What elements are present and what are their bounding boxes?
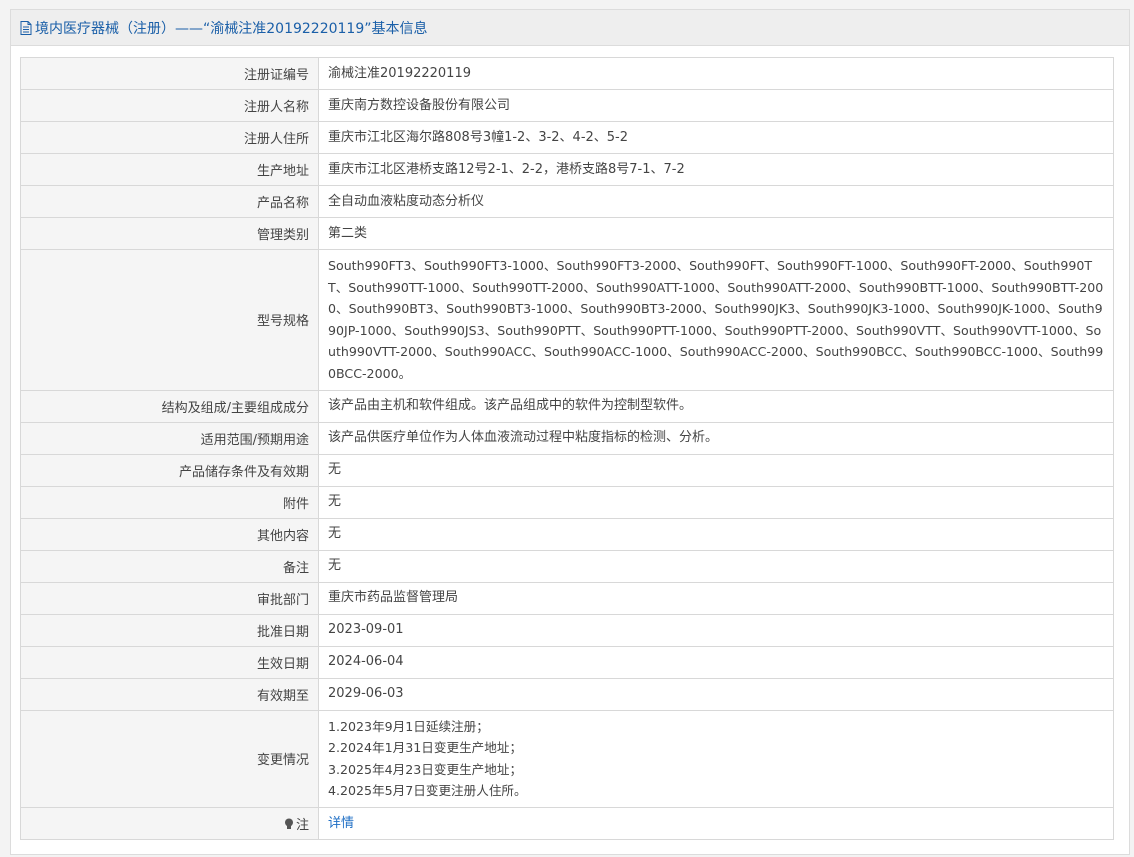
field-value: 1.2023年9月1日延续注册； 2.2024年1月31日变更生产地址； 3.2… [318, 709, 1114, 808]
field-value: 2029-06-03 [318, 677, 1114, 711]
row-reg-no: 注册证编号 渝械注准20192220119 [20, 57, 1114, 90]
field-value: 重庆南方数控设备股份有限公司 [318, 89, 1114, 122]
row-expiry-date: 有效期至 2029-06-03 [20, 677, 1114, 711]
document-icon [20, 20, 32, 35]
row-remark: 备注 无 [20, 549, 1114, 583]
change-item: 1.2023年9月1日延续注册； [328, 718, 489, 734]
field-label: 注 [20, 806, 319, 840]
field-value: 渝械注准20192220119 [318, 57, 1114, 90]
field-value: 无 [318, 549, 1114, 583]
field-label: 管理类别 [20, 217, 319, 250]
row-registrant-address: 注册人住所 重庆市江北区海尔路808号3幢1-2、3-2、4-2、5-2 [20, 121, 1114, 154]
row-other: 其他内容 无 [20, 517, 1114, 551]
field-label: 适用范围/预期用途 [20, 421, 319, 455]
field-label: 结构及组成/主要组成成分 [20, 389, 319, 423]
field-label: 注册证编号 [20, 57, 319, 90]
field-value: 2023-09-01 [318, 613, 1114, 647]
field-value: 详情 [318, 806, 1114, 840]
row-approval-date: 批准日期 2023-09-01 [20, 613, 1114, 647]
field-label: 附件 [20, 485, 319, 519]
page-title: 境内医疗器械（注册）——“渝械注准20192220119”基本信息 [35, 20, 428, 37]
row-effective-date: 生效日期 2024-06-04 [20, 645, 1114, 679]
field-value: 2024-06-04 [318, 645, 1114, 679]
lightbulb-icon [284, 818, 293, 829]
field-value: 无 [318, 453, 1114, 487]
field-label: 注册人名称 [20, 89, 319, 122]
field-value: 无 [318, 517, 1114, 551]
row-approval-dept: 审批部门 重庆市药品监督管理局 [20, 581, 1114, 615]
field-label: 生效日期 [20, 645, 319, 679]
info-table: 注册证编号 渝械注准20192220119 注册人名称 重庆南方数控设备股份有限… [20, 57, 1114, 840]
row-storage: 产品储存条件及有效期 无 [20, 453, 1114, 487]
field-label: 产品名称 [20, 185, 319, 218]
field-label: 产品储存条件及有效期 [20, 453, 319, 487]
panel-header: 境内医疗器械（注册）——“渝械注准20192220119”基本信息 [11, 10, 1129, 46]
row-production-address: 生产地址 重庆市江北区港桥支路12号2-1、2-2，港桥支路8号7-1、7-2 [20, 153, 1114, 186]
change-item: 2.2024年1月31日变更生产地址； [328, 740, 523, 756]
field-label: 变更情况 [20, 709, 319, 808]
field-label: 注册人住所 [20, 121, 319, 154]
field-label: 有效期至 [20, 677, 319, 711]
row-structure: 结构及组成/主要组成成分 该产品由主机和软件组成。该产品组成中的软件为控制型软件… [20, 389, 1114, 423]
row-category: 管理类别 第二类 [20, 217, 1114, 250]
row-models: 型号规格 South990FT3、South990FT3-1000、South9… [20, 249, 1114, 391]
row-product-name: 产品名称 全自动血液粘度动态分析仪 [20, 185, 1114, 218]
field-value: 重庆市药品监督管理局 [318, 581, 1114, 615]
field-value: South990FT3、South990FT3-1000、South990FT3… [318, 249, 1114, 391]
field-label: 型号规格 [20, 249, 319, 391]
field-value: 重庆市江北区港桥支路12号2-1、2-2，港桥支路8号7-1、7-2 [318, 153, 1114, 186]
field-label: 生产地址 [20, 153, 319, 186]
change-item: 3.2025年4月23日变更生产地址； [328, 761, 523, 777]
row-changes: 变更情况 1.2023年9月1日延续注册； 2.2024年1月31日变更生产地址… [20, 709, 1114, 808]
row-attachment: 附件 无 [20, 485, 1114, 519]
field-value: 该产品由主机和软件组成。该产品组成中的软件为控制型软件。 [318, 389, 1114, 423]
row-scope: 适用范围/预期用途 该产品供医疗单位作为人体血液流动过程中粘度指标的检测、分析。 [20, 421, 1114, 455]
field-value: 全自动血液粘度动态分析仪 [318, 185, 1114, 218]
info-panel: 境内医疗器械（注册）——“渝械注准20192220119”基本信息 注册证编号 … [10, 9, 1130, 855]
note-label: 注 [295, 817, 309, 833]
detail-link[interactable]: 详情 [328, 816, 354, 831]
field-label: 审批部门 [20, 581, 319, 615]
field-value: 重庆市江北区海尔路808号3幢1-2、3-2、4-2、5-2 [318, 121, 1114, 154]
row-registrant: 注册人名称 重庆南方数控设备股份有限公司 [20, 89, 1114, 122]
field-value: 该产品供医疗单位作为人体血液流动过程中粘度指标的检测、分析。 [318, 421, 1114, 455]
field-label: 备注 [20, 549, 319, 583]
change-item: 4.2025年5月7日变更注册人住所。 [328, 783, 527, 799]
row-note: 注 详情 [20, 806, 1114, 840]
field-value: 第二类 [318, 217, 1114, 250]
field-label: 批准日期 [20, 613, 319, 647]
field-label: 其他内容 [20, 517, 319, 551]
field-value: 无 [318, 485, 1114, 519]
